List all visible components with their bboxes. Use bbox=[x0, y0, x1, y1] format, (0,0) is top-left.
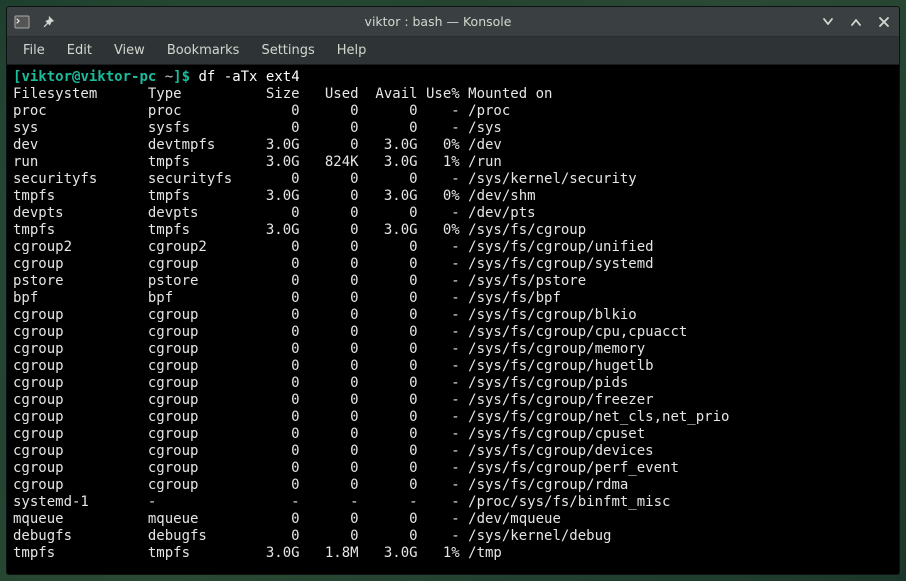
menu-view[interactable]: View bbox=[104, 39, 155, 62]
df-row: pstore pstore 0 0 0 - /sys/fs/pstore bbox=[13, 273, 893, 290]
df-row: cgroup cgroup 0 0 0 - /sys/fs/cgroup/sys… bbox=[13, 256, 893, 273]
df-row: proc proc 0 0 0 - /proc bbox=[13, 103, 893, 120]
df-row: cgroup cgroup 0 0 0 - /sys/fs/cgroup/cpu… bbox=[13, 426, 893, 443]
command-text: df -aTx ext4 bbox=[198, 69, 299, 85]
df-row: cgroup cgroup 0 0 0 - /sys/fs/cgroup/blk… bbox=[13, 307, 893, 324]
df-row: securityfs securityfs 0 0 0 - /sys/kerne… bbox=[13, 171, 893, 188]
menu-help[interactable]: Help bbox=[327, 39, 377, 62]
df-header: Filesystem Type Size Used Avail Use% Mou… bbox=[13, 86, 893, 103]
titlebar[interactable]: viktor : bash — Konsole bbox=[7, 7, 899, 37]
minimize-icon[interactable] bbox=[819, 13, 837, 31]
df-row: cgroup cgroup 0 0 0 - /sys/fs/cgroup/cpu… bbox=[13, 324, 893, 341]
df-row: devpts devpts 0 0 0 - /dev/pts bbox=[13, 205, 893, 222]
df-row: sys sysfs 0 0 0 - /sys bbox=[13, 120, 893, 137]
df-row: cgroup cgroup 0 0 0 - /sys/fs/cgroup/net… bbox=[13, 409, 893, 426]
menubar: File Edit View Bookmarks Settings Help bbox=[7, 37, 899, 65]
df-row: run tmpfs 3.0G 824K 3.0G 1% /run bbox=[13, 154, 893, 171]
menu-edit[interactable]: Edit bbox=[57, 39, 102, 62]
df-row: cgroup cgroup 0 0 0 - /sys/fs/cgroup/pid… bbox=[13, 375, 893, 392]
df-row: tmpfs tmpfs 3.0G 0 3.0G 0% /dev/shm bbox=[13, 188, 893, 205]
df-row: cgroup cgroup 0 0 0 - /sys/fs/cgroup/dev… bbox=[13, 443, 893, 460]
df-row: tmpfs tmpfs 3.0G 1.8M 3.0G 1% /tmp bbox=[13, 545, 893, 562]
menu-bookmarks[interactable]: Bookmarks bbox=[157, 39, 250, 62]
close-icon[interactable] bbox=[875, 13, 893, 31]
menu-settings[interactable]: Settings bbox=[251, 39, 324, 62]
df-row: bpf bpf 0 0 0 - /sys/fs/bpf bbox=[13, 290, 893, 307]
df-row: cgroup cgroup 0 0 0 - /sys/fs/cgroup/rdm… bbox=[13, 477, 893, 494]
df-row: dev devtmpfs 3.0G 0 3.0G 0% /dev bbox=[13, 137, 893, 154]
prompt-line: [viktor@viktor-pc ~]$ df -aTx ext4 bbox=[13, 69, 893, 86]
df-row: tmpfs tmpfs 3.0G 0 3.0G 0% /sys/fs/cgrou… bbox=[13, 222, 893, 239]
df-row: cgroup cgroup 0 0 0 - /sys/fs/cgroup/per… bbox=[13, 460, 893, 477]
maximize-icon[interactable] bbox=[847, 13, 865, 31]
konsole-window: viktor : bash — Konsole File Edit View B… bbox=[6, 6, 900, 575]
pin-icon[interactable] bbox=[39, 13, 57, 31]
df-row: cgroup cgroup 0 0 0 - /sys/fs/cgroup/hug… bbox=[13, 358, 893, 375]
window-title: viktor : bash — Konsole bbox=[57, 14, 819, 29]
df-row: systemd-1 - - - - - /proc/sys/fs/binfmt_… bbox=[13, 494, 893, 511]
menu-file[interactable]: File bbox=[13, 39, 55, 62]
df-row: cgroup2 cgroup2 0 0 0 - /sys/fs/cgroup/u… bbox=[13, 239, 893, 256]
app-icon bbox=[13, 13, 31, 31]
df-row: cgroup cgroup 0 0 0 - /sys/fs/cgroup/mem… bbox=[13, 341, 893, 358]
df-row: cgroup cgroup 0 0 0 - /sys/fs/cgroup/fre… bbox=[13, 392, 893, 409]
terminal-viewport[interactable]: [viktor@viktor-pc ~]$ df -aTx ext4Filesy… bbox=[7, 65, 899, 574]
df-row: mqueue mqueue 0 0 0 - /dev/mqueue bbox=[13, 511, 893, 528]
df-row: debugfs debugfs 0 0 0 - /sys/kernel/debu… bbox=[13, 528, 893, 545]
